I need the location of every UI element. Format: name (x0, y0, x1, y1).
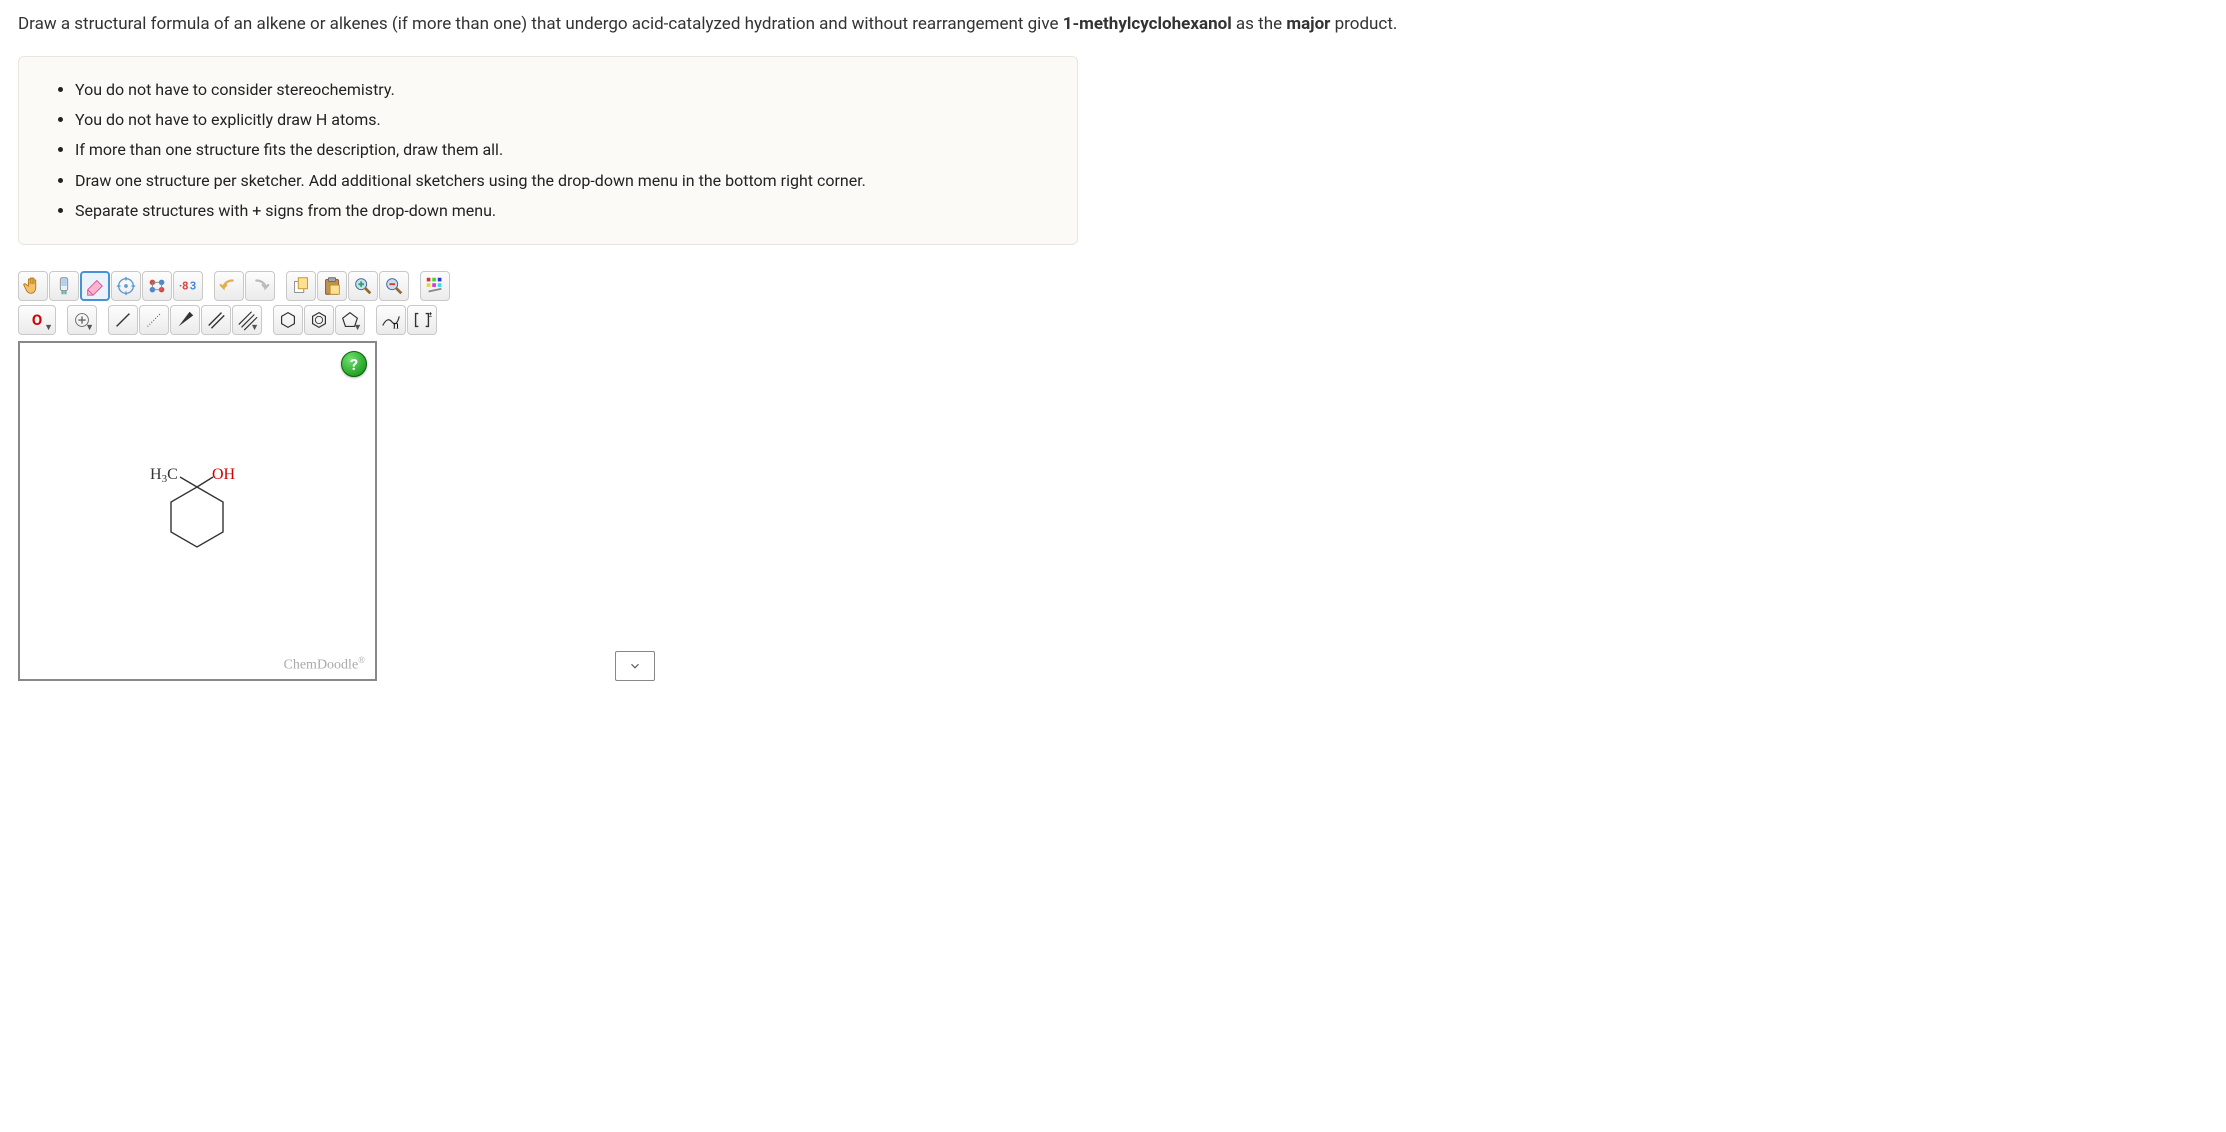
chevron-down-icon (628, 659, 642, 673)
copy-button[interactable] (286, 271, 316, 301)
wedge-bond-button[interactable] (170, 305, 200, 335)
toolbar: ·83 O▼ ▼ ▼ ▼ n (18, 269, 678, 337)
instruction-item: Separate structures with + signs from th… (75, 196, 1049, 226)
sketcher-editor: ·83 O▼ ▼ ▼ ▼ n (18, 269, 678, 681)
methyl-label: H3C (150, 466, 178, 485)
instructions-panel: You do not have to consider stereochemis… (18, 56, 1078, 246)
flip-tool-button[interactable]: ·83 (173, 271, 203, 301)
move-tool-button[interactable] (18, 271, 48, 301)
instruction-item: If more than one structure fits the desc… (75, 135, 1049, 165)
question-mid: as the (1232, 14, 1287, 34)
center-tool-button[interactable] (111, 271, 141, 301)
erase-tool-button[interactable] (80, 271, 110, 301)
question-text: Draw a structural formula of an alkene o… (18, 12, 2208, 38)
add-sketcher-dropdown[interactable] (615, 651, 655, 681)
ring-button[interactable]: ▼ (335, 305, 365, 335)
svg-text:±: ± (428, 310, 432, 319)
benzene-button[interactable] (304, 305, 334, 335)
chevron-down-icon: ▼ (44, 322, 53, 333)
double-bond-button[interactable] (201, 305, 231, 335)
clear-tool-button[interactable] (49, 271, 79, 301)
atom-label-text: O (32, 311, 42, 329)
question-bold-2: major (1286, 14, 1330, 34)
instruction-item: Draw one structure per sketcher. Add add… (75, 166, 1049, 196)
question-suffix: product. (1330, 14, 1397, 34)
svg-text:n: n (393, 318, 399, 332)
cyclohexane-button[interactable] (273, 305, 303, 335)
question-prefix: Draw a structural formula of an alkene o… (18, 14, 1063, 34)
sketcher-canvas[interactable]: ? H3C OH ChemDoodle® (18, 341, 377, 681)
question-bold-1: 1-methylcyclohexanol (1063, 14, 1232, 34)
svg-text:·8: ·8 (179, 280, 189, 293)
svg-text:3: 3 (190, 280, 196, 293)
instruction-item: You do not have to consider stereochemis… (75, 75, 1049, 105)
chevron-down-icon: ▼ (353, 322, 362, 333)
clean-tool-button[interactable] (142, 271, 172, 301)
color-tool-button[interactable] (420, 271, 450, 301)
paste-button[interactable] (317, 271, 347, 301)
instruction-item: You do not have to explicitly draw H ato… (75, 105, 1049, 135)
help-icon: ? (350, 355, 358, 374)
zoom-in-button[interactable] (348, 271, 378, 301)
chemdoodle-branding: ChemDoodle® (284, 655, 366, 674)
zoom-out-button[interactable] (379, 271, 409, 301)
bracket-tool-button[interactable]: ± (407, 305, 437, 335)
hydroxyl-label: OH (212, 466, 236, 483)
undo-button[interactable] (214, 271, 244, 301)
molecule-drawing[interactable]: H3C OH (130, 463, 270, 577)
triple-bond-button[interactable]: ▼ (232, 305, 262, 335)
chevron-down-icon: ▼ (85, 322, 94, 333)
atom-label-button[interactable]: O▼ (18, 305, 56, 335)
chevron-down-icon: ▼ (250, 322, 259, 333)
chain-tool-button[interactable]: n (376, 305, 406, 335)
help-button[interactable]: ? (341, 351, 367, 377)
single-bond-button[interactable] (108, 305, 138, 335)
redo-button[interactable] (245, 271, 275, 301)
recessed-bond-button[interactable] (139, 305, 169, 335)
charge-tool-button[interactable]: ▼ (67, 305, 97, 335)
